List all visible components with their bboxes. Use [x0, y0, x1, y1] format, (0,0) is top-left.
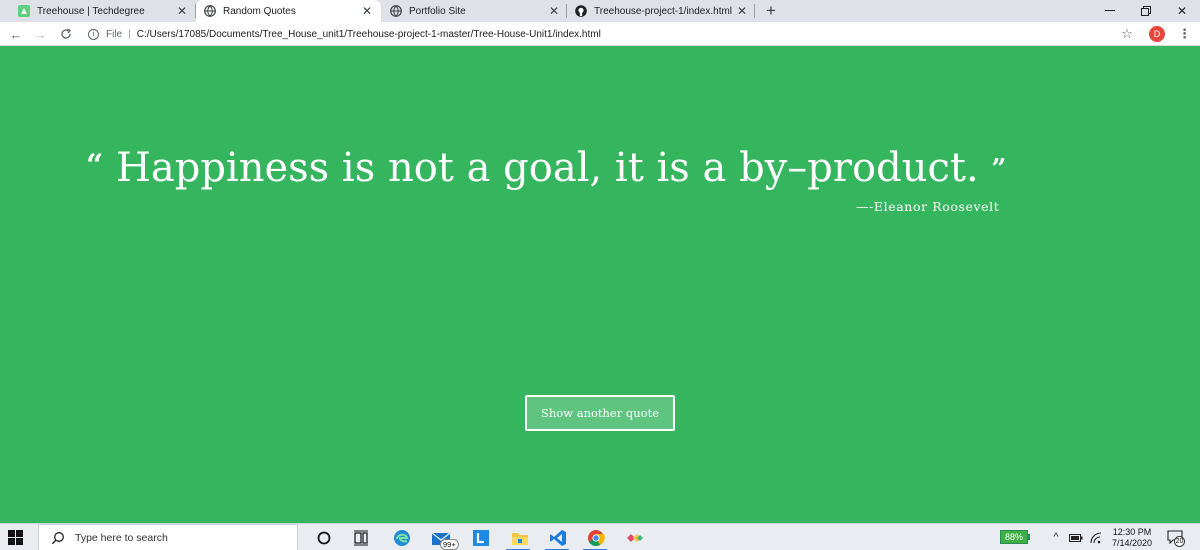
notification-count-badge: 20 — [1174, 536, 1185, 547]
scheme-divider: | — [128, 28, 131, 40]
browser-toolbar: ← → i File | C:/Users/17085/Documents/Tr… — [0, 22, 1200, 46]
task-view-icon[interactable] — [350, 527, 372, 549]
show-hidden-icons-chevron-icon[interactable]: ^ — [1049, 524, 1063, 550]
search-placeholder: Type here to search — [75, 531, 168, 544]
mail-badge: 99+ — [440, 539, 459, 550]
windows-taskbar: Type here to search 99+ 88% ^ 12:30 PM 7… — [0, 523, 1200, 550]
tab-title: Portfolio Site — [409, 5, 466, 17]
kite-app-icon[interactable] — [624, 527, 646, 549]
more-menu-icon[interactable]: ⋮ — [1178, 22, 1191, 46]
clock-date: 7/14/2020 — [1111, 538, 1153, 548]
back-arrow-icon[interactable]: ← — [6, 22, 26, 46]
tab-divider — [566, 4, 567, 18]
taskbar-search-input[interactable]: Type here to search — [38, 524, 298, 550]
globe-icon — [390, 5, 402, 17]
chrome-icon[interactable] — [585, 527, 607, 549]
taskbar-clock[interactable]: 12:30 PM 7/14/2020 — [1108, 527, 1156, 549]
tab-close-icon[interactable]: ✕ — [546, 0, 562, 22]
open-quote-mark: “ — [86, 148, 104, 183]
battery-tip — [1028, 534, 1030, 540]
file-explorer-icon[interactable] — [509, 527, 531, 549]
tab-title: Treehouse | Techdegree — [37, 5, 145, 17]
quote-text: Happiness is not a goal, it is a by–prod… — [115, 145, 979, 191]
profile-avatar[interactable]: D — [1149, 26, 1165, 42]
tab-close-icon[interactable]: ✕ — [359, 0, 375, 22]
clock-time: 12:30 PM — [1112, 527, 1152, 537]
forward-arrow-icon[interactable]: → — [30, 22, 50, 46]
tab-random-quotes[interactable]: Random Quotes ✕ — [196, 0, 381, 22]
edge-browser-icon[interactable] — [391, 527, 413, 549]
tab-close-icon[interactable]: ✕ — [174, 0, 190, 22]
search-icon — [51, 531, 65, 545]
battery-indicator[interactable]: 88% — [1000, 530, 1028, 544]
tab-close-icon[interactable]: ✕ — [734, 0, 750, 22]
scheme-label: File — [106, 28, 123, 40]
url-text: C:/Users/17085/Documents/Tree_House_unit… — [136, 28, 601, 40]
treehouse-icon — [18, 5, 30, 17]
reload-icon[interactable] — [56, 22, 76, 46]
tab-treehouse[interactable]: Treehouse | Techdegree ✕ — [18, 0, 190, 22]
close-window-icon[interactable]: ✕ — [1170, 0, 1194, 22]
quote: “ Happiness is not a goal, it is a by–pr… — [86, 137, 1116, 198]
globe-icon — [204, 5, 216, 17]
cortana-icon[interactable] — [313, 527, 335, 549]
tab-strip: Treehouse | Techdegree ✕ Random Quotes ✕… — [0, 0, 1200, 22]
tab-title: Random Quotes — [223, 5, 296, 17]
tab-title: Treehouse-project-1/index.html — [594, 5, 733, 17]
battery-tray-icon[interactable] — [1068, 524, 1084, 550]
new-tab-plus-icon[interactable]: + — [763, 0, 779, 22]
tab-portfolio-site[interactable]: Portfolio Site ✕ — [390, 0, 562, 22]
tab-divider — [754, 4, 755, 18]
minimize-icon[interactable] — [1098, 0, 1122, 22]
bookmark-star-icon[interactable]: ☆ — [1119, 22, 1135, 46]
l-app-icon[interactable] — [470, 527, 492, 549]
tab-github-index[interactable]: Treehouse-project-1/index.html ✕ — [575, 0, 750, 22]
info-icon[interactable]: i — [88, 28, 99, 40]
vscode-icon[interactable] — [547, 527, 569, 549]
github-icon — [575, 5, 587, 17]
wifi-icon[interactable] — [1088, 524, 1104, 550]
show-another-quote-button[interactable]: Show another quote — [525, 395, 675, 431]
restore-icon[interactable] — [1134, 0, 1158, 22]
windows-start-icon[interactable] — [8, 530, 23, 545]
address-bar[interactable]: i File | C:/Users/17085/Documents/Tree_H… — [88, 25, 1138, 43]
quote-source: —-Eleanor Roosevelt — [856, 199, 1000, 214]
close-quote-mark: ” — [991, 154, 1007, 184]
